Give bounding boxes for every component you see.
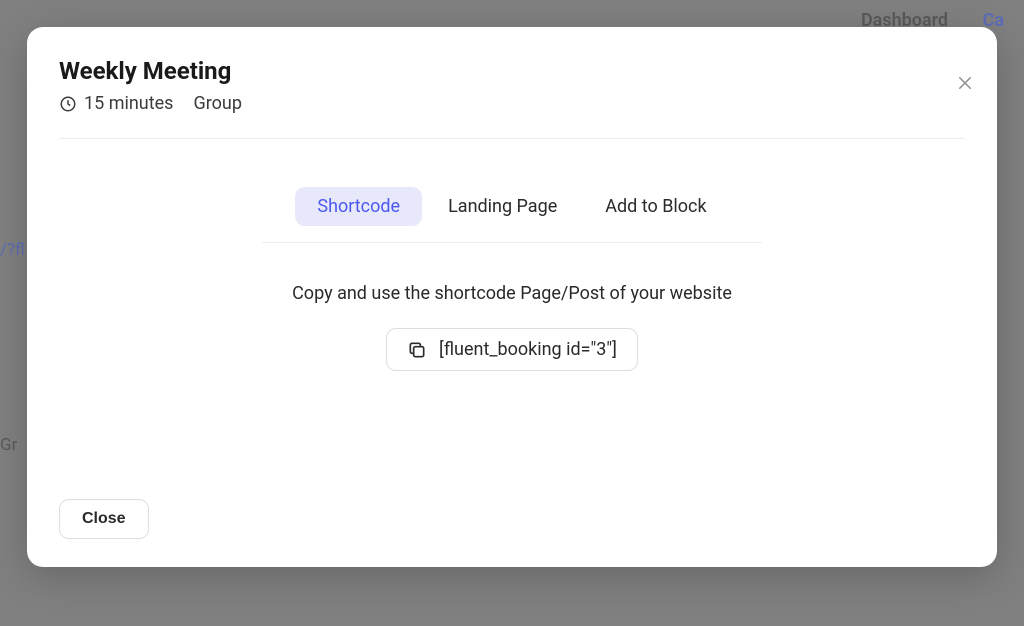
duration-group: 15 minutes (59, 93, 173, 114)
tab-shortcode[interactable]: Shortcode (295, 187, 422, 226)
tabs-container: Shortcode Landing Page Add to Block (262, 187, 762, 243)
modal-subtitle: 15 minutes Group (59, 93, 965, 139)
tab-add-to-block[interactable]: Add to Block (583, 187, 728, 226)
tab-landing-page[interactable]: Landing Page (426, 187, 579, 226)
share-modal: Weekly Meeting 15 minutes Group Shortcod… (27, 27, 997, 567)
clock-icon (59, 95, 77, 113)
bg-left-text: /?fl (0, 240, 25, 260)
meeting-type: Group (193, 93, 241, 114)
modal-footer: Close (59, 499, 965, 539)
shortcode-value: [fluent_booking id="3"] (439, 339, 617, 360)
close-icon (956, 74, 974, 92)
modal-body: Shortcode Landing Page Add to Block Copy… (59, 139, 965, 439)
shortcode-copy-box[interactable]: [fluent_booking id="3"] (386, 328, 638, 371)
copy-icon (407, 340, 427, 360)
close-button[interactable]: Close (59, 499, 149, 539)
modal-title: Weekly Meeting (59, 57, 965, 85)
bg-left-text-2: Gr (0, 435, 17, 455)
duration-text: 15 minutes (84, 93, 173, 114)
close-icon-button[interactable] (951, 69, 979, 97)
instruction-text: Copy and use the shortcode Page/Post of … (292, 283, 732, 304)
